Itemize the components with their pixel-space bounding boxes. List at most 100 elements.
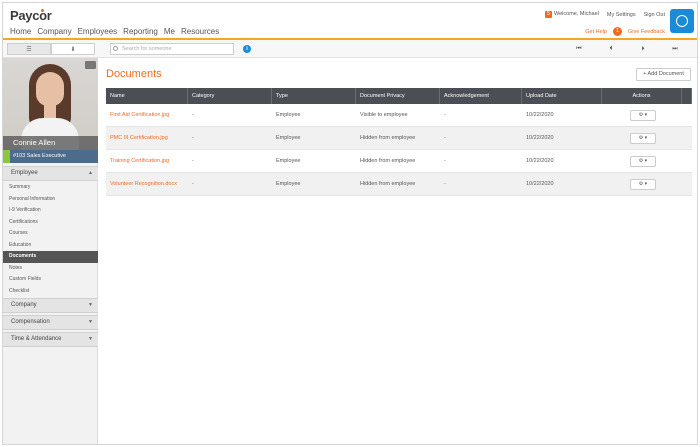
nav-company[interactable]: Company [37, 27, 71, 36]
next-page-icon[interactable]: ⏵ [627, 43, 659, 55]
search-icon [113, 46, 118, 51]
sidebar: Connie Allen #103 Sales Executive Employ… [3, 58, 98, 444]
document-acknowledgement: - [444, 181, 446, 187]
document-acknowledgement: - [444, 158, 446, 164]
table-row: PMC III Certification.jpg - Employee Hid… [106, 127, 692, 150]
app-window: Paycor Home Company Employees Reporting … [2, 2, 698, 445]
main-content: Documents + Add Document Name Category T… [99, 58, 697, 444]
document-privacy: Visible to employee [360, 112, 408, 118]
nav-me[interactable]: Me [164, 27, 175, 36]
document-name-link[interactable]: First Aid Certification.jpg [106, 104, 188, 126]
document-category: - [192, 135, 194, 141]
nav-resources[interactable]: Resources [181, 27, 219, 36]
give-feedback-link[interactable]: Give Feedback [628, 29, 665, 35]
welcome-block[interactable]: 5 Welcome, Michael [545, 11, 599, 18]
nav-reporting[interactable]: Reporting [123, 27, 158, 36]
get-help-link[interactable]: Get Help [585, 29, 607, 35]
document-category: - [192, 158, 194, 164]
document-name-link[interactable]: Training Certification.jpg [106, 150, 188, 172]
document-name-link[interactable]: PMC III Certification.jpg [106, 127, 188, 149]
my-settings-link[interactable]: My Settings [607, 12, 636, 18]
section-company[interactable]: Company ▼ [3, 298, 98, 313]
document-upload-date: 10/22/2020 [526, 135, 554, 141]
sidebar-item-i9-verification[interactable]: I-9 Verification [3, 205, 98, 217]
pager: ⏮ ⏴ ⏵ ⏭ [563, 43, 691, 55]
prev-page-icon[interactable]: ⏴ [595, 43, 627, 55]
employee-subnav: Summary Personal Information I-9 Verific… [3, 182, 98, 297]
sidebar-item-summary[interactable]: Summary [3, 182, 98, 194]
document-upload-date: 10/22/2020 [526, 181, 554, 187]
column-actions: Actions [602, 88, 682, 104]
section-compensation[interactable]: Compensation ▼ [3, 315, 98, 330]
help-count-badge[interactable]: 1 [613, 27, 622, 36]
table-header: Name Category Type Document Privacy Ackn… [106, 88, 692, 104]
toolbar: ☰ ⬇ Search for someone i ⏮ ⏴ ⏵ ⏭ [3, 40, 697, 58]
page-title: Documents [106, 68, 162, 80]
document-privacy: Hidden from employee [360, 181, 416, 187]
document-type: Employee [276, 181, 301, 187]
gear-icon[interactable]: ⚙ ▾ [630, 179, 656, 190]
chat-icon[interactable] [670, 9, 694, 33]
add-document-button[interactable]: + Add Document [636, 68, 691, 81]
sidebar-item-courses[interactable]: Courses [3, 228, 98, 240]
first-page-icon[interactable]: ⏮ [563, 43, 595, 55]
section-company-label: Company [11, 302, 37, 308]
document-name-link[interactable]: Volunteer Recognition.docx [106, 173, 188, 195]
document-privacy: Hidden from employee [360, 135, 416, 141]
sidebar-item-education[interactable]: Education [3, 240, 98, 252]
document-type: Employee [276, 112, 301, 118]
section-time-attendance[interactable]: Time & Attendance ▼ [3, 332, 98, 347]
info-icon[interactable]: i [243, 45, 251, 53]
photo-face [36, 72, 64, 106]
person-view-icon[interactable]: ⬇ [51, 43, 95, 55]
document-category: - [192, 181, 194, 187]
document-category: - [192, 112, 194, 118]
employee-name: Connie Allen [3, 136, 98, 150]
gear-icon[interactable]: ⚙ ▾ [630, 133, 656, 144]
section-employee[interactable]: Employee ▲ [3, 166, 98, 181]
view-toggle: ☰ ⬇ [7, 43, 95, 55]
sidebar-item-custom-fields[interactable]: Custom Fields [3, 274, 98, 286]
document-acknowledgement: - [444, 135, 446, 141]
column-upload-date[interactable]: Upload Date [522, 88, 602, 104]
column-type[interactable]: Type [272, 88, 356, 104]
paycor-logo[interactable]: Paycor [10, 8, 52, 23]
chevron-down-icon: ▼ [88, 319, 93, 325]
sign-out-link[interactable]: Sign Out [644, 12, 665, 18]
list-view-icon[interactable]: ☰ [7, 43, 51, 55]
document-upload-date: 10/22/2020 [526, 112, 554, 118]
sidebar-item-notes[interactable]: Notes [3, 263, 98, 275]
document-upload-date: 10/22/2020 [526, 158, 554, 164]
chevron-down-icon: ▼ [88, 336, 93, 342]
document-privacy: Hidden from employee [360, 158, 416, 164]
column-acknowledgement[interactable]: Acknowledgement [440, 88, 522, 104]
message-count-badge[interactable]: 5 [545, 11, 553, 18]
column-name[interactable]: Name [106, 88, 188, 104]
chevron-down-icon: ▼ [88, 302, 93, 308]
table-row: Training Certification.jpg - Employee Hi… [106, 150, 692, 173]
top-header: Paycor Home Company Employees Reporting … [3, 3, 697, 40]
gear-icon[interactable]: ⚙ ▾ [630, 110, 656, 121]
status-accent [3, 150, 10, 163]
photo-neck [44, 104, 56, 118]
sidebar-item-personal-information[interactable]: Personal Information [3, 194, 98, 206]
sidebar-item-certifications[interactable]: Certifications [3, 217, 98, 229]
help-links: Get Help 1 Give Feedback [585, 27, 665, 36]
gear-icon[interactable]: ⚙ ▾ [630, 156, 656, 167]
user-links: 5 Welcome, Michael My Settings Sign Out [545, 11, 665, 18]
document-acknowledgement: - [444, 112, 446, 118]
last-page-icon[interactable]: ⏭ [659, 43, 691, 55]
nav-employees[interactable]: Employees [78, 27, 118, 36]
column-category[interactable]: Category [188, 88, 272, 104]
camera-icon[interactable] [85, 61, 96, 69]
scrollbar-header [682, 88, 692, 104]
table-row: First Aid Certification.jpg - Employee V… [106, 104, 692, 127]
column-privacy[interactable]: Document Privacy [356, 88, 440, 104]
section-employee-label: Employee [11, 170, 38, 176]
main-nav: Home Company Employees Reporting Me Reso… [10, 27, 225, 36]
search-input[interactable]: Search for someone [110, 43, 234, 55]
document-type: Employee [276, 158, 301, 164]
nav-home[interactable]: Home [10, 27, 31, 36]
sidebar-item-documents[interactable]: Documents [3, 251, 98, 263]
sidebar-item-checklist[interactable]: Checklist [3, 286, 98, 298]
